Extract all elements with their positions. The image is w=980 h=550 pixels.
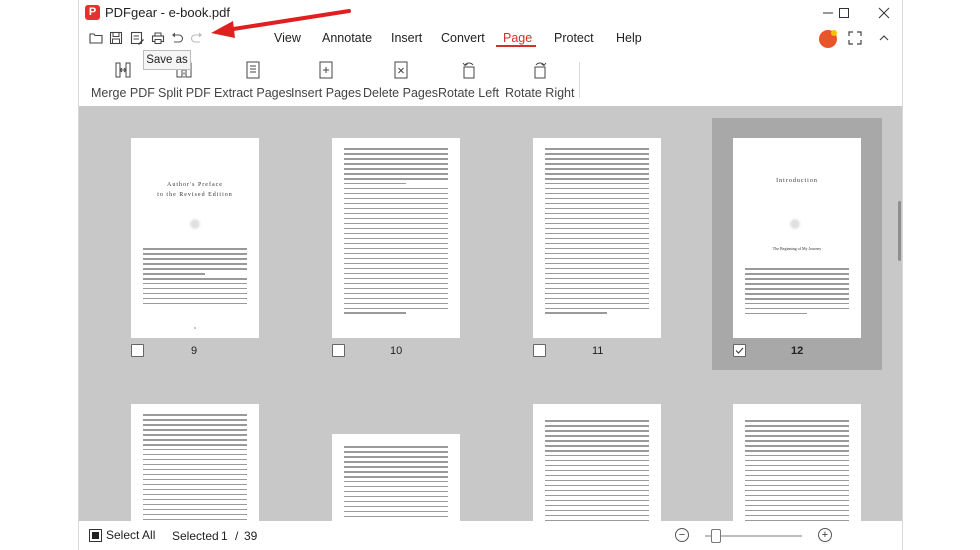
page-thumbnail-15[interactable] [533,404,661,521]
menu-page[interactable]: Page [503,31,532,45]
active-tab-indicator [496,45,536,47]
maximize-button[interactable] [829,4,859,22]
select-all-checkbox[interactable] [89,529,102,542]
page-thumbnail-13[interactable] [131,404,259,521]
page-number-10: 10 [390,345,403,357]
rotate-right-icon [534,62,547,79]
insert-page-icon [319,61,333,79]
page-checkbox-10[interactable] [332,344,345,357]
redo-icon[interactable] [189,30,205,46]
status-bar: Select All Selected 1 / 39 − + [79,521,902,550]
save-as-icon[interactable] [129,30,145,46]
collapse-ribbon-icon[interactable] [876,30,892,46]
save-as-tooltip: Save as [143,50,191,70]
close-button[interactable] [869,4,899,22]
merge-icon [115,62,131,78]
delete-pages-button[interactable]: Delete Pages [363,56,438,102]
menu-help[interactable]: Help [616,31,642,45]
checkmark-icon [735,347,744,354]
page-number-12: 12 [791,345,804,357]
page-number-11: 11 [592,345,604,357]
extract-icon [246,61,260,79]
vertical-scrollbar[interactable] [898,201,901,261]
total-pages: 39 [244,529,258,543]
print-icon[interactable] [150,30,166,46]
page-checkbox-12[interactable] [733,344,746,357]
rotate-right-button[interactable]: Rotate Right [505,56,574,102]
delete-page-icon [394,61,408,79]
insert-pages-button[interactable]: Insert Pages [291,56,361,102]
page-toolbar: Merge PDF Split PDF Extract Pages Insert… [79,56,902,104]
undo-icon[interactable] [169,30,185,46]
selected-count: 1 [221,529,228,543]
menu-convert[interactable]: Convert [441,31,485,45]
select-all-label[interactable]: Select All [106,528,155,542]
page-thumbnail-11[interactable] [533,138,661,338]
selected-label: Selected [172,529,219,543]
menu-annotate[interactable]: Annotate [322,31,372,45]
pdfgear-window: P PDFgear - e-book.pdf View Annotate Ins… [78,0,903,550]
selected-separator: / [235,529,239,543]
maximize-icon [839,8,849,18]
title-bar: P PDFgear - e-book.pdf [79,0,902,26]
page-checkbox-9[interactable] [131,344,144,357]
notification-dot [831,30,837,36]
menu-insert[interactable]: Insert [391,31,422,45]
menu-protect[interactable]: Protect [554,31,594,45]
page-thumbnail-9[interactable]: Author's Preface to the Revised Edition … [131,138,259,338]
page-number-9: 9 [191,345,198,357]
menu-row: View Annotate Insert Convert Page Protec… [79,26,902,52]
extract-pages-button[interactable]: Extract Pages [214,56,292,102]
pdfgear-logo-icon: P [85,5,100,20]
zoom-slider-handle[interactable] [711,529,721,543]
save-icon[interactable] [108,30,124,46]
zoom-in-button[interactable]: + [818,528,832,542]
folder-icon[interactable] [88,30,104,46]
page-checkbox-11[interactable] [533,344,546,357]
toolbar-divider [579,62,580,98]
page-thumbnail-16[interactable] [733,404,861,521]
page-thumbnail-grid[interactable]: Author's Preface to the Revised Edition … [79,106,902,521]
window-title: PDFgear - e-book.pdf [105,5,231,20]
fullscreen-icon[interactable] [847,30,863,46]
rotate-left-button[interactable]: Rotate Left [438,56,499,102]
zoom-out-button[interactable]: − [675,528,689,542]
page-thumbnail-14[interactable] [332,434,460,521]
menu-view[interactable]: View [274,31,301,45]
rotate-left-icon [462,62,475,79]
page-thumbnail-12[interactable]: Introduction The Beginning of My Journey [733,138,861,338]
page-thumbnail-10[interactable] [332,138,460,338]
close-icon [878,7,890,19]
